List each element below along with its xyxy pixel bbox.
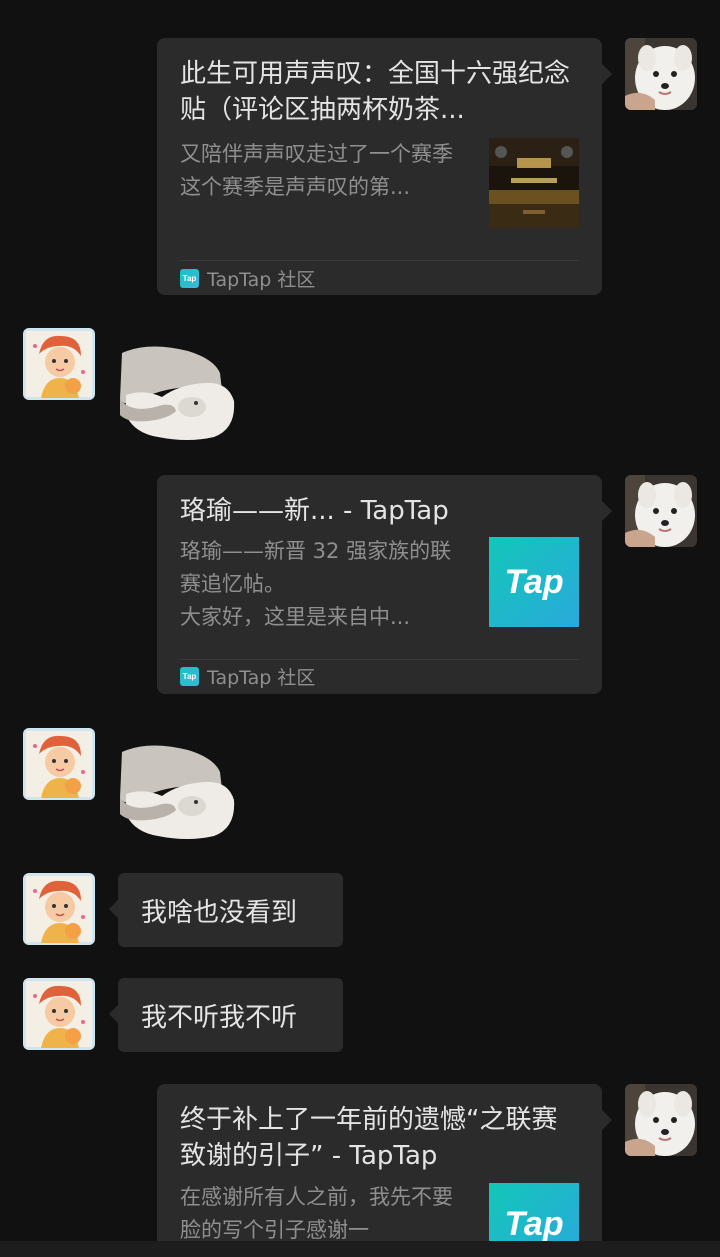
friend-avatar[interactable] xyxy=(23,978,95,1050)
link-card-thumbnail: Tap xyxy=(489,537,579,627)
link-card-title: 终于补上了一年前的遗憾“之联赛致谢的引子” - TapTap xyxy=(180,1105,558,1171)
link-card-description: 珞瑜——新晋 32 强家族的联赛追忆帖。 大家好，这里是来自中... xyxy=(180,539,452,629)
cartoon-boy-avatar-icon xyxy=(23,873,95,945)
taptap-logo-icon: Tap xyxy=(504,1205,564,1243)
samoyed-dog-avatar-icon xyxy=(625,1084,697,1156)
cartoon-boy-avatar-icon xyxy=(23,328,95,400)
link-card-source-label: TapTap 社区 xyxy=(207,666,316,689)
friend-avatar[interactable] xyxy=(23,873,95,945)
text-message-bubble[interactable]: 我啥也没看到 xyxy=(109,873,343,947)
link-card[interactable]: 此生可用声声叹：全国十六强纪念贴（评论区抽两杯奶茶... 又陪伴声声叹走过了一个… xyxy=(157,38,612,295)
link-card[interactable]: 终于补上了一年前的遗憾“之联赛致谢的引子” - TapTap 在感谢所有人之前，… xyxy=(157,1084,612,1257)
link-card-title: 此生可用声声叹：全国十六强纪念贴（评论区抽两杯奶茶... xyxy=(180,59,571,125)
bottom-edge xyxy=(0,1241,720,1257)
hand-squeezing-dog-sticker-icon xyxy=(120,346,235,440)
friend-avatar[interactable] xyxy=(23,328,95,400)
message-text: 我啥也没看到 xyxy=(141,897,298,928)
my-avatar[interactable] xyxy=(625,38,697,110)
link-card-description: 在感谢所有人之前，我先不要脸的写个引子感谢一 xyxy=(180,1185,453,1241)
my-avatar[interactable] xyxy=(625,475,697,547)
friend-avatar[interactable] xyxy=(23,728,95,800)
my-avatar[interactable] xyxy=(625,1084,697,1156)
event-poster-image-icon xyxy=(489,138,579,228)
taptap-source-icon: Tap xyxy=(180,666,199,686)
cartoon-boy-avatar-icon xyxy=(23,978,95,1050)
taptap-source-icon: Tap xyxy=(180,268,199,288)
link-card-title: 珞瑜——新... - TapTap xyxy=(180,496,449,526)
link-card-divider xyxy=(180,260,579,261)
taptap-logo-icon: Tap xyxy=(504,562,564,601)
hand-squeezing-dog-sticker-icon xyxy=(120,745,235,839)
link-card[interactable]: 珞瑜——新... - TapTap 珞瑜——新晋 32 强家族的联赛追忆帖。 大… xyxy=(157,475,612,694)
link-card-source-label: TapTap 社区 xyxy=(207,268,316,291)
link-card-description: 又陪伴声声叹走过了一个赛季 这个赛季是声声叹的第... xyxy=(180,142,453,199)
text-message-bubble[interactable]: 我不听我不听 xyxy=(109,978,343,1052)
link-card-source: Tap TapTap 社区 xyxy=(180,268,315,291)
link-card-thumbnail xyxy=(489,138,579,228)
samoyed-dog-avatar-icon xyxy=(625,475,697,547)
message-text: 我不听我不听 xyxy=(141,1002,298,1033)
sticker-image[interactable] xyxy=(118,744,236,840)
sticker-image[interactable] xyxy=(118,345,236,441)
link-card-source: Tap TapTap 社区 xyxy=(180,666,315,689)
cartoon-boy-avatar-icon xyxy=(23,728,95,800)
link-card-divider xyxy=(180,659,579,660)
samoyed-dog-avatar-icon xyxy=(625,38,697,110)
